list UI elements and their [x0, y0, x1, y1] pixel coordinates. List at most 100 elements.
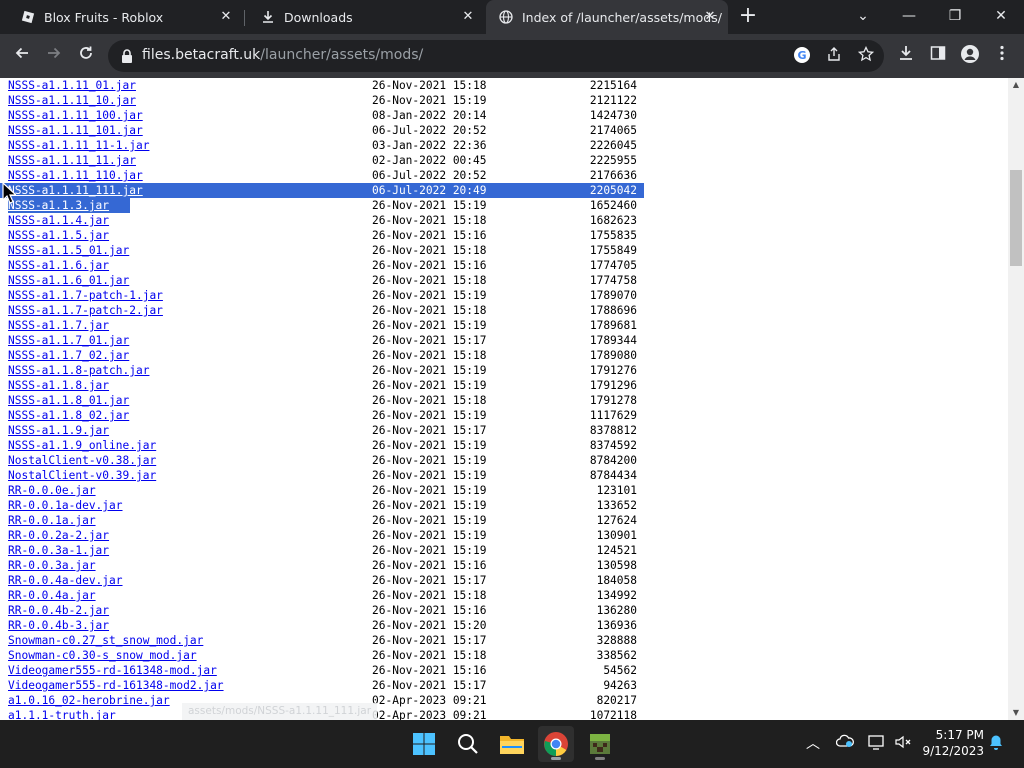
download-icon — [260, 9, 276, 25]
tab-downloads[interactable]: Downloads ✕ — [240, 0, 486, 34]
file-link[interactable]: NostalClient-v0.39.jar — [8, 468, 156, 483]
file-link[interactable]: RR-0.0.1a.jar — [8, 513, 96, 528]
bookmark-star-icon[interactable] — [856, 45, 876, 66]
restore-button[interactable]: ❐ — [932, 0, 978, 34]
file-link[interactable]: NSSS-a1.1.7-patch-1.jar — [8, 288, 163, 303]
file-link[interactable]: NSSS-a1.1.8_02.jar — [8, 408, 129, 423]
file-link[interactable]: Videogamer555-rd-161348-mod2.jar — [8, 678, 224, 693]
file-link[interactable]: a1.1.1-truth.jar — [8, 708, 116, 720]
file-size: 2121122 — [589, 94, 637, 107]
chrome-icon[interactable] — [538, 726, 574, 762]
close-window-button[interactable]: ✕ — [978, 0, 1024, 34]
file-link[interactable]: NSSS-a1.1.8-patch.jar — [8, 363, 149, 378]
file-link[interactable]: NSSS-a1.1.8.jar — [8, 378, 109, 393]
tray-chevron-icon[interactable]: ︿ — [803, 734, 823, 754]
file-link[interactable]: NSSS-a1.1.11_11.jar — [8, 153, 136, 168]
file-date: 26-Nov-2021 15:18 — [372, 304, 487, 317]
file-link[interactable]: NSSS-a1.1.11_100.jar — [8, 108, 143, 123]
tab-index-mods[interactable]: Index of /launcher/assets/mods/ ✕ — [486, 0, 728, 34]
file-link[interactable]: RR-0.0.2a-2.jar — [8, 528, 109, 543]
file-size: 136280 — [596, 604, 637, 617]
downloads-icon[interactable] — [894, 44, 918, 68]
lock-icon[interactable] — [120, 48, 134, 64]
file-link[interactable]: Snowman-c0.30-s_snow_mod.jar — [8, 648, 197, 663]
search-icon[interactable] — [450, 726, 486, 762]
listing-row: NSSS-a1.1.11_11.jar 02-Jan-2022 00:45 2225… — [0, 153, 660, 168]
file-date: 26-Nov-2021 15:19 — [372, 454, 487, 467]
file-link[interactable]: NSSS-a1.1.9.jar — [8, 423, 109, 438]
kebab-menu-icon[interactable] — [990, 44, 1014, 68]
file-date: 26-Nov-2021 15:19 — [372, 199, 487, 212]
file-link[interactable]: NSSS-a1.1.8_01.jar — [8, 393, 129, 408]
reload-button[interactable] — [72, 42, 100, 70]
file-link[interactable]: Videogamer555-rd-161348-mod.jar — [8, 663, 217, 678]
scroll-down-arrow[interactable]: ▼ — [1008, 706, 1024, 720]
file-link[interactable]: NSSS-a1.1.7-patch-2.jar — [8, 303, 163, 318]
file-link[interactable]: RR-0.0.4b-2.jar — [8, 603, 109, 618]
file-link[interactable]: RR-0.0.4a-dev.jar — [8, 573, 123, 588]
file-explorer-icon[interactable] — [494, 726, 530, 762]
network-display-icon[interactable] — [867, 734, 887, 754]
file-date: 26-Nov-2021 15:19 — [372, 409, 487, 422]
new-tab-button[interactable]: + — [736, 5, 760, 29]
file-link[interactable]: NSSS-a1.1.11_11-1.jar — [8, 138, 149, 153]
file-size: 2205042 — [589, 184, 637, 197]
close-icon[interactable]: ✕ — [702, 9, 718, 25]
volume-muted-icon[interactable] — [893, 734, 913, 754]
address-bar[interactable]: files.betacraft.uk/launcher/assets/mods/… — [108, 40, 884, 72]
minimize-button[interactable]: — — [886, 0, 932, 34]
file-link[interactable]: NSSS-a1.1.3.jar — [8, 198, 130, 213]
file-link[interactable]: RR-0.0.3a-1.jar — [8, 543, 109, 558]
file-link[interactable]: Snowman-c0.27_st_snow_mod.jar — [8, 633, 203, 648]
side-panel-icon[interactable] — [926, 44, 950, 68]
file-link[interactable]: RR-0.0.4b-3.jar — [8, 618, 109, 633]
file-size: 8784434 — [589, 469, 637, 482]
windows-start-icon[interactable] — [406, 726, 442, 762]
file-link[interactable]: NSSS-a1.1.11_10.jar — [8, 93, 136, 108]
file-date: 02-Apr-2023 09:21 — [372, 709, 487, 720]
file-size: 136936 — [596, 619, 637, 632]
file-date: 26-Nov-2021 15:19 — [372, 439, 487, 452]
file-link[interactable]: RR-0.0.0e.jar — [8, 483, 96, 498]
file-link[interactable]: NSSS-a1.1.6.jar — [8, 258, 109, 273]
file-link[interactable]: NSSS-a1.1.11_101.jar — [8, 123, 143, 138]
vertical-scrollbar[interactable]: ▲ ▼ — [1008, 78, 1024, 720]
file-link[interactable]: RR-0.0.4a.jar — [8, 588, 96, 603]
back-button[interactable] — [8, 42, 36, 70]
close-icon[interactable]: ✕ — [218, 9, 234, 25]
file-link[interactable]: NSSS-a1.1.6_01.jar — [8, 273, 129, 288]
running-app-indicator — [595, 757, 605, 760]
scrollbar-thumb[interactable] — [1010, 170, 1022, 266]
file-size: 184058 — [596, 574, 637, 587]
close-icon[interactable]: ✕ — [460, 9, 476, 25]
file-link[interactable]: NSSS-a1.1.7_01.jar — [8, 333, 129, 348]
file-link[interactable]: NSSS-a1.1.5.jar — [8, 228, 109, 243]
profile-avatar-icon[interactable] — [958, 44, 982, 68]
file-link[interactable]: NSSS-a1.1.7_02.jar — [8, 348, 129, 363]
url-text[interactable]: files.betacraft.uk/launcher/assets/mods/ — [142, 47, 423, 63]
listing-row: NSSS-a1.1.7-patch-2.jar 26-Nov-2021 15:18… — [0, 303, 660, 318]
file-link[interactable]: NSSS-a1.1.11_01.jar — [8, 78, 136, 93]
file-link[interactable]: NSSS-a1.1.7.jar — [8, 318, 109, 333]
url-host: files.betacraft.uk — [142, 47, 261, 63]
file-link[interactable]: NSSS-a1.1.4.jar — [8, 213, 109, 228]
notification-bell-icon[interactable] — [986, 734, 1006, 754]
onedrive-cloud-icon[interactable] — [835, 734, 855, 754]
system-clock[interactable]: 5:17 PM 9/12/2023 — [912, 727, 984, 759]
tab-blox-fruits[interactable]: Blox Fruits - Roblox ✕ — [0, 0, 244, 34]
file-link[interactable]: NostalClient-v0.38.jar — [8, 453, 156, 468]
scroll-up-arrow[interactable]: ▲ — [1008, 78, 1024, 92]
file-link[interactable]: NSSS-a1.1.11_111.jar — [8, 183, 143, 198]
file-link[interactable]: NSSS-a1.1.11_110.jar — [8, 168, 143, 183]
minecraft-icon[interactable] — [582, 726, 618, 762]
file-link[interactable]: RR-0.0.3a.jar — [8, 558, 96, 573]
share-icon[interactable] — [824, 46, 844, 66]
file-link[interactable]: NSSS-a1.1.5_01.jar — [8, 243, 129, 258]
file-link[interactable]: a1.0.16_02-herobrine.jar — [8, 693, 170, 708]
google-lens-icon[interactable]: G — [792, 46, 812, 66]
file-link[interactable]: NSSS-a1.1.9_online.jar — [8, 438, 156, 453]
tab-search-button[interactable]: ⌄ — [840, 0, 886, 34]
forward-button[interactable] — [40, 42, 68, 70]
file-link[interactable]: RR-0.0.1a-dev.jar — [8, 498, 123, 513]
file-size: 1424730 — [589, 109, 637, 122]
